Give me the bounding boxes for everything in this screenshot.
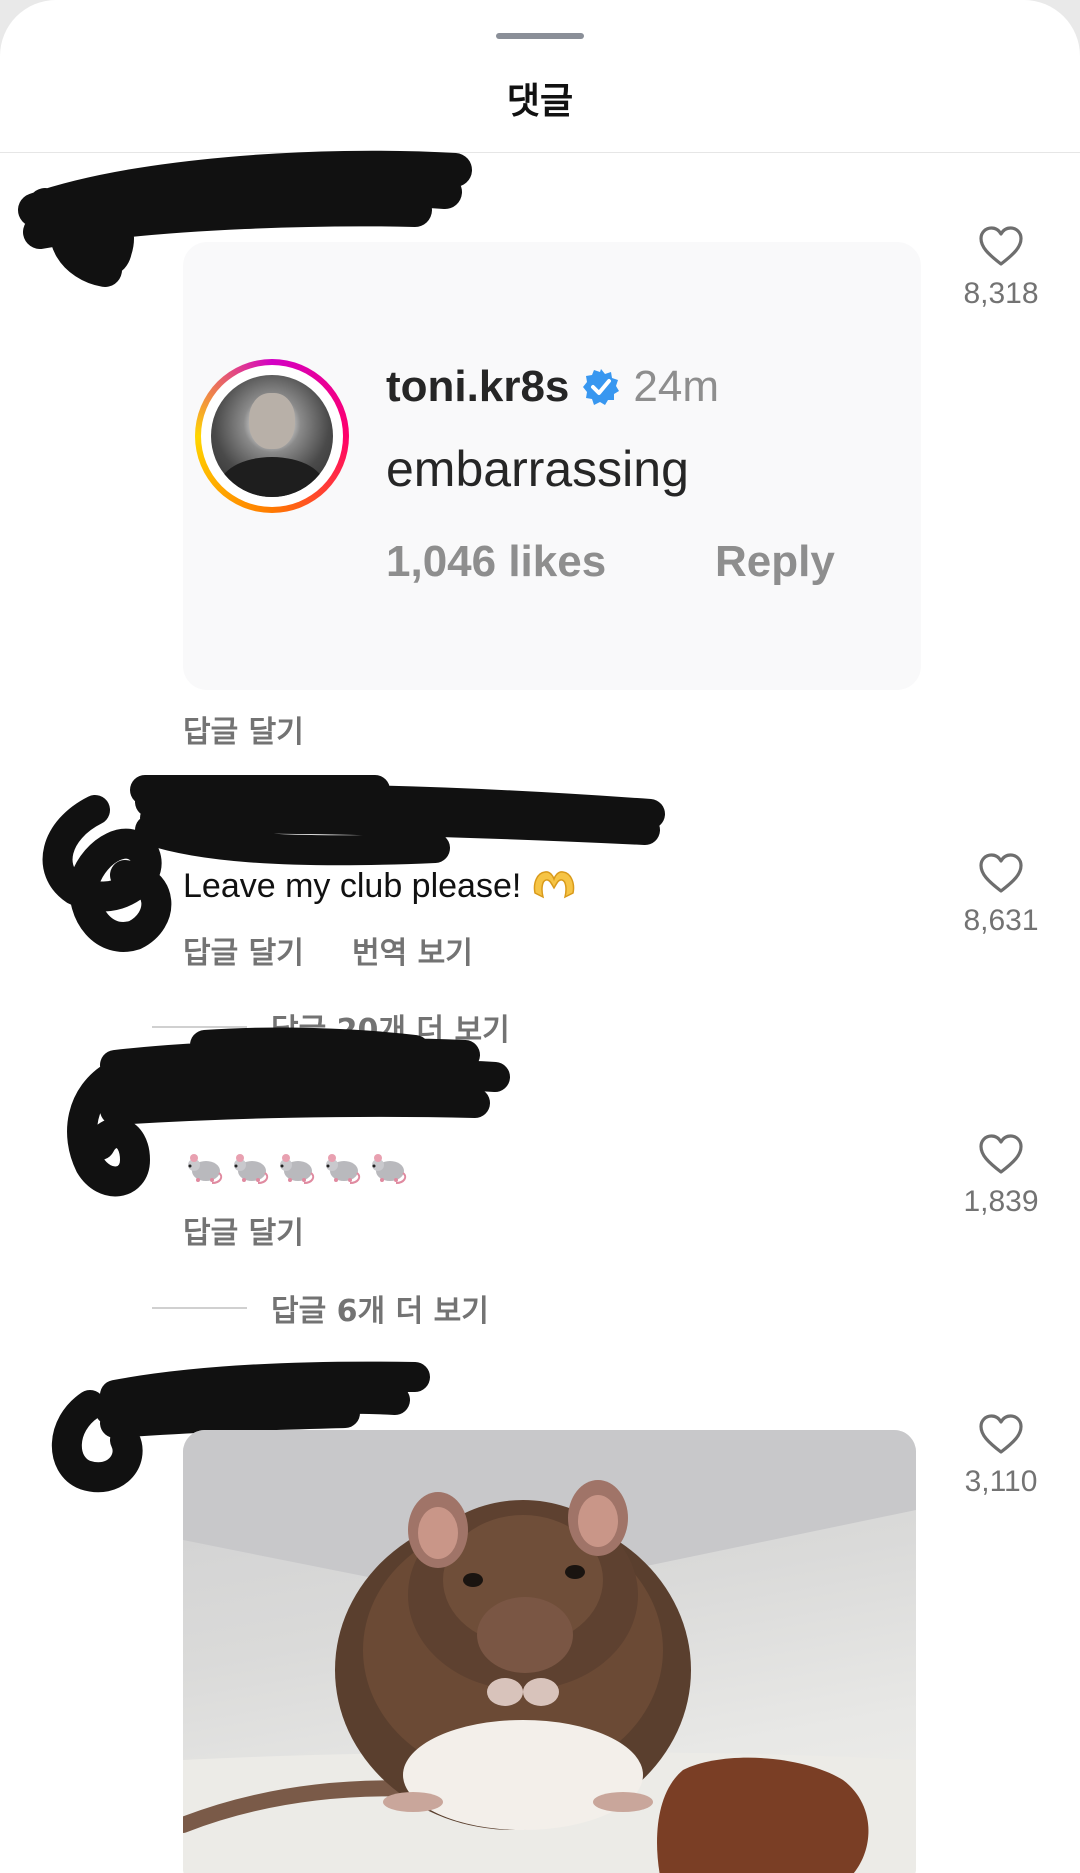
like-count: 8,631 [963,904,1039,937]
like-button[interactable]: 1,839 [941,1133,1061,1219]
rat-illustration [183,1430,916,1873]
like-count: 8,318 [963,277,1039,310]
like-button[interactable]: 8,631 [941,852,1061,938]
comment-emoji-row [184,1147,408,1187]
heart-icon[interactable] [978,225,1024,267]
view-replies-label: 답글 6개 더 보기 [271,1294,489,1329]
like-count: 3,110 [964,1465,1038,1498]
comments-sheet: 댓글 toni.kr8s 24m embarrassing 1,046 like… [0,0,1080,1873]
embedded-comment-text: embarrassing [386,441,689,497]
reply-button[interactable]: 답글 달기 [183,1208,304,1252]
heart-icon[interactable] [978,1133,1024,1175]
heart-icon[interactable] [978,852,1024,894]
thread-line [152,1307,247,1309]
mouse-icon [234,1154,269,1184]
view-more-replies-button[interactable]: 답글 6개 더 보기 [152,1286,489,1330]
translate-button[interactable]: 번역 보기 [352,928,473,972]
heart-icon[interactable] [978,1413,1024,1455]
embedded-username: toni.kr8s [386,362,570,411]
avatar [211,375,333,497]
like-button[interactable]: 8,318 [941,225,1061,311]
mouse-icon [326,1154,361,1184]
mouse-icon [188,1154,223,1184]
embedded-reply-label: Reply [715,537,835,586]
embedded-avatar-story-ring [195,359,349,513]
mouse-icon [372,1154,407,1184]
like-button[interactable]: 3,110 [941,1413,1061,1499]
like-count: 1,839 [963,1185,1039,1218]
comment-image-rat-photo[interactable] [183,1430,916,1873]
heart-hands-emoji-icon [533,871,574,899]
embedded-user-line: toni.kr8s 24m [386,362,719,412]
embedded-likes: 1,046 likes [386,537,607,586]
sheet-grabber[interactable] [496,33,584,39]
embedded-timestamp: 24m [633,362,719,411]
comment-text: Leave my club please! [183,867,577,906]
embedded-screenshot-card[interactable]: toni.kr8s 24m embarrassing 1,046 likes R… [183,242,921,690]
mouse-icon [280,1154,315,1184]
reply-button[interactable]: 답글 달기 [183,928,304,972]
verified-badge-icon [583,369,620,405]
sheet-title: 댓글 [506,81,574,122]
reply-button[interactable]: 답글 달기 [183,707,304,751]
